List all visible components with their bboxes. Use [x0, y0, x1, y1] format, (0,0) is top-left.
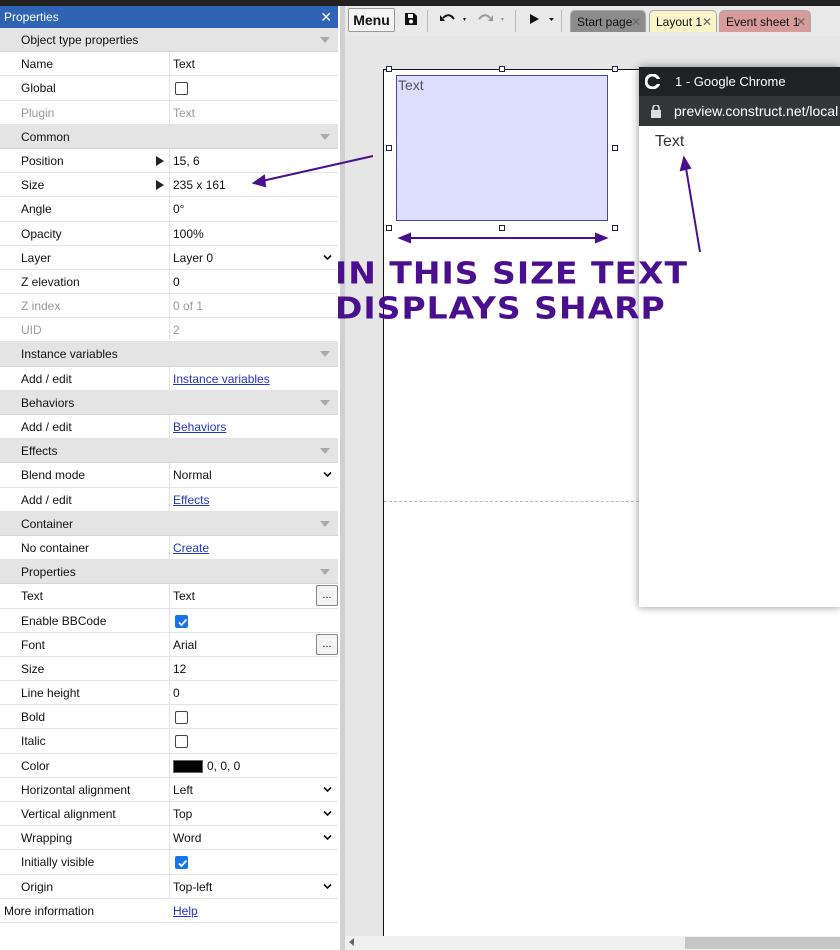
annotation-line-2: DISPLAYS SHARP [335, 290, 666, 326]
annotation-line-1: IN THIS SIZE TEXT [335, 255, 689, 291]
annotation-text: IN THIS SIZE TEXT DISPLAYS SHARP [335, 256, 688, 326]
arrow-head [251, 174, 267, 188]
scroll-left-icon[interactable] [349, 938, 354, 946]
annotation-arrows [251, 155, 701, 253]
arrow-to-size [261, 155, 374, 182]
arrow-to-preview [685, 167, 701, 253]
scrollbar-thumb[interactable] [685, 937, 840, 949]
horizontal-scrollbar[interactable] [345, 936, 840, 950]
